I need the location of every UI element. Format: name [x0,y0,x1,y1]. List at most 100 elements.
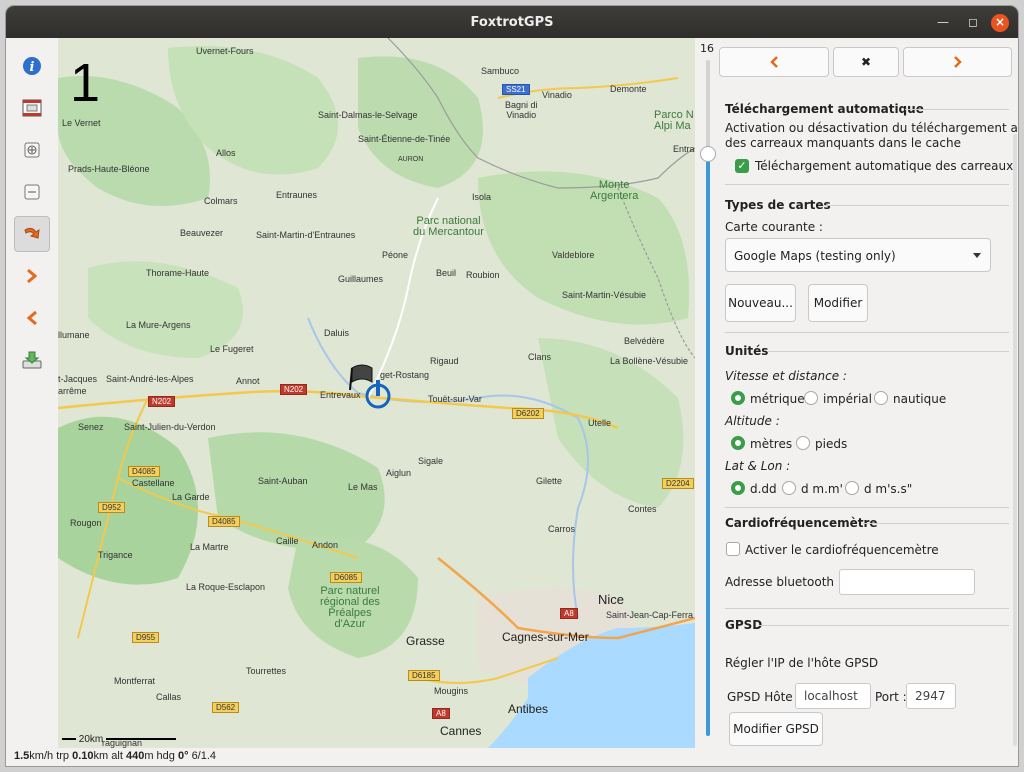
latlon-dd-radio[interactable] [731,481,745,495]
map-label: Senez [78,422,104,432]
map-label: arrême [58,386,87,396]
new-map-button[interactable]: Nouveau... [725,284,796,322]
map-label: Valdeblore [552,250,595,260]
map-label: Prads-Haute-Bléone [68,164,150,174]
latlon-option-label[interactable]: d m's.s" [864,482,912,496]
map-label: Cannes [440,724,482,738]
map-label: Saint-Martin-d'Entraunes [256,230,356,240]
heartrate-checkbox-label[interactable]: Activer le cardiofréquencemètre [745,543,939,557]
latlon-dms-radio[interactable] [845,481,859,495]
bluetooth-label: Adresse bluetooth : [725,575,842,589]
info-icon: i [23,57,41,75]
map-label: Beauvezer [180,228,224,238]
divider [863,523,1009,524]
next-button[interactable] [14,258,50,294]
minimize-button[interactable]: — [934,14,952,32]
map-label: La Mure-Argens [126,320,191,330]
map-label: La Bollène-Vésubie [610,356,689,366]
satellites-value: 6/1.4 [191,750,217,762]
alt-feet-radio[interactable] [796,436,810,450]
chevron-down-icon [973,253,981,258]
divider [725,184,1009,185]
map-label: Entraunes [276,190,318,200]
zoom-in-button[interactable] [14,132,50,168]
close-panel-button[interactable]: ✖ [833,47,899,77]
alt-option-label[interactable]: pieds [815,437,847,451]
gpsd-host-input[interactable]: localhost [795,683,871,709]
prev-button[interactable] [14,300,50,336]
heartrate-checkbox[interactable] [726,542,740,556]
map-view[interactable]: 1 Uvernet-Fours Sambuco Le Vernet Saint-… [58,38,695,748]
speed-option-label[interactable]: nautique [893,392,946,406]
section-title-autodownload: Téléchargement automatique [725,102,924,116]
map-label: La Roque-Esclapon [186,582,266,592]
close-window-button[interactable]: × [991,14,1009,32]
map-label: Parco N Alpi Ma [654,109,694,132]
latlon-option-label[interactable]: d.dd [750,482,777,496]
panel-scrollbar[interactable] [1013,134,1017,746]
gpsd-host-label: GPSD Hôte : [727,690,801,704]
speed-option-label[interactable]: impérial [823,392,872,406]
map-label: Entrac [673,144,695,154]
title-bar[interactable]: FoxtrotGPS — ◻ × [6,6,1018,38]
autodownload-desc: Activation ou désactivation du télécharg… [725,121,1018,135]
speed-nautical-radio[interactable] [874,391,888,405]
section-title-maptypes: Types de cartes [725,198,831,212]
divider [725,507,1009,508]
film-icon [22,99,42,117]
bluetooth-address-input[interactable] [839,569,975,595]
speed-option-label[interactable]: métrique [750,392,805,406]
latlon-option-label[interactable]: d m.m' [801,482,843,496]
gpsd-port-input[interactable]: 2947 [906,683,956,709]
road-label: D2204 [662,478,694,489]
maximize-button[interactable]: ◻ [964,14,982,32]
altitude-value: 440 [125,750,145,762]
speed-imperial-radio[interactable] [804,391,818,405]
autodownload-checkbox[interactable]: ✓ [735,159,749,173]
autocenter-icon [24,227,40,239]
autodownload-checkbox-label[interactable]: Téléchargement automatique des carreaux [755,159,1013,173]
map-label: Roubion [466,270,500,280]
map-label: Vinadio [542,90,572,100]
prev-page-button[interactable] [719,47,829,77]
map-label: Colmars [204,196,238,206]
gpsd-desc: Régler l'IP de l'hôte GPSD [725,656,879,670]
map-label: Tourrettes [246,666,287,676]
map-label: Saint-Dalmas-le-Selvage [318,110,418,120]
latlon-dmm-radio[interactable] [782,481,796,495]
section-title-gpsd: GPSD [725,618,763,632]
map-label: Guillaumes [338,274,384,284]
map-label: La Martre [190,542,229,552]
road-label: N202 [148,396,176,407]
speed-unit: km/h [29,750,54,762]
zoom-slider-handle[interactable] [700,146,716,162]
info-button[interactable]: i [14,48,50,84]
map-label: Demonte [610,84,647,94]
edit-map-button[interactable]: Modifier [808,284,868,322]
map-label: Daluis [324,328,350,338]
road-label: A8 [560,608,578,619]
road-label: D955 [132,632,160,643]
zoom-slider[interactable]: 16 [695,38,719,748]
speed-metric-radio[interactable] [731,391,745,405]
road-label: D6202 [512,408,544,419]
map-label: Annot [236,376,260,386]
download-button[interactable] [14,342,50,378]
current-map-label: Carte courante : [725,220,823,234]
map-label: Touët-sur-Var [428,394,482,404]
zoom-out-button[interactable] [14,174,50,210]
map-label: llumane [58,330,90,340]
modify-gpsd-button[interactable]: Modifier GPSD [729,712,823,746]
next-page-button[interactable] [903,47,1012,77]
map-label: Le Mas [348,482,378,492]
alt-option-label[interactable]: mètres [750,437,792,451]
divider [725,332,1009,333]
close-icon: ✖ [860,55,872,69]
film-button[interactable] [14,90,50,126]
autocenter-button[interactable] [14,216,50,252]
altitude-label: Altitude : [725,414,780,428]
divider [759,625,1009,626]
map-type-select[interactable]: Google Maps (testing only) [725,238,991,272]
alt-meters-radio[interactable] [731,436,745,450]
map-label: Andon [312,540,339,550]
